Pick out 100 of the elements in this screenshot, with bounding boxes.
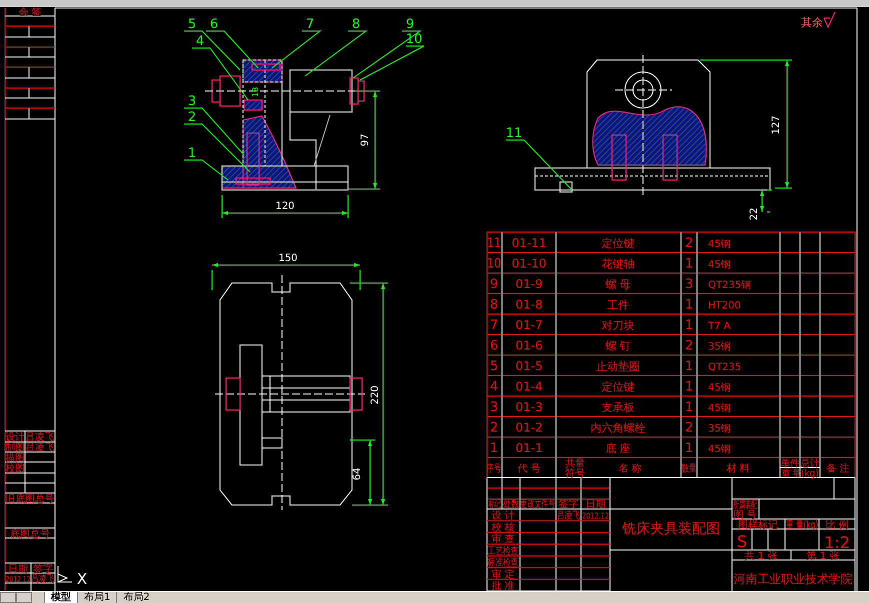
- part-quantity: 1: [684, 318, 694, 333]
- item-number: 6: [490, 338, 498, 354]
- role-label: 标准检查: [488, 558, 518, 569]
- roughness-note: 其余: [801, 16, 823, 29]
- item-number: 2: [490, 420, 498, 436]
- part-code: 01-2: [515, 420, 543, 434]
- part-quantity: 1: [684, 400, 694, 415]
- item-number: 11: [487, 235, 501, 250]
- part-material: QT235钢: [708, 280, 752, 291]
- drawing-title: 铣床夹具装配图: [622, 521, 720, 537]
- part-name: 底 座: [605, 442, 631, 455]
- callout-number: 1: [188, 146, 196, 161]
- part-name: 定位键: [602, 237, 634, 250]
- strip-value: 吕凌飞: [26, 432, 54, 444]
- strip-label: 设计: [5, 432, 25, 444]
- leader-line: [304, 30, 368, 76]
- callout-number: 11: [506, 126, 522, 141]
- table-header: 序号: [486, 463, 502, 475]
- column-label: 标记: [488, 498, 501, 510]
- column-label: 日期: [586, 499, 606, 510]
- assembly-label: 所属装配: [733, 498, 757, 510]
- leader-line: [184, 30, 240, 70]
- callout-number: 9: [406, 17, 414, 32]
- scale-value: 1:2: [824, 533, 850, 552]
- sheet-count: 共 1 张: [744, 551, 778, 562]
- part-quantity: 2: [684, 420, 694, 436]
- strip-label: 校图: [5, 463, 25, 475]
- part-name: 工件: [607, 298, 629, 312]
- strip-label: 签字: [33, 564, 53, 575]
- design-date: 2012.12: [582, 511, 609, 521]
- item-number: 3: [490, 400, 498, 415]
- strip-value: 2012.12: [6, 574, 30, 584]
- part-code: 01-1: [515, 441, 543, 455]
- ucs-icon: [58, 566, 72, 582]
- leader-line: [272, 30, 322, 68]
- dimension-value: 220: [370, 385, 381, 405]
- part-material: 45钢: [708, 239, 731, 250]
- part-material: T7 A: [708, 321, 730, 332]
- part-quantity: 1: [684, 298, 694, 312]
- role-label: 审 定: [491, 569, 515, 580]
- callout-number: 3: [188, 94, 196, 109]
- table-header: 材 料: [726, 464, 750, 474]
- dimension-value: 120: [275, 201, 295, 212]
- part-name: 对刀块: [602, 319, 634, 332]
- callout-number: 2: [188, 110, 196, 125]
- table-header: 总计: [800, 458, 820, 470]
- part-material: QT235: [708, 362, 742, 373]
- callout-number: 4: [196, 34, 204, 49]
- role-label: 批 准: [491, 581, 515, 591]
- part-quantity: 1: [684, 256, 694, 272]
- part-material: 45钢: [708, 444, 731, 455]
- strip-label: 制图: [5, 442, 25, 454]
- roughness-symbol-icon: [824, 12, 836, 28]
- layout-tab[interactable]: 模型: [44, 592, 77, 603]
- leader-line: [352, 30, 422, 78]
- column-label: 签字: [558, 499, 578, 510]
- dimension-value: 64: [352, 468, 363, 480]
- part-quantity: 2: [684, 338, 694, 354]
- part-code: 01-6: [515, 338, 543, 352]
- strip-header: 会 签: [18, 7, 42, 18]
- scroll-right-button[interactable]: [16, 592, 32, 603]
- part-quantity: 3: [684, 277, 694, 292]
- sheet-mark: S: [736, 532, 748, 551]
- part-name: 支承板: [602, 401, 634, 414]
- part-material: 45钢: [708, 260, 731, 270]
- callout-number: 5: [188, 17, 196, 32]
- part-code: 01-9: [515, 277, 543, 291]
- callout-number: 8: [352, 17, 360, 32]
- item-number: 10: [487, 256, 501, 271]
- part-material: 45钢: [708, 382, 731, 394]
- part-code: 01-3: [515, 400, 543, 414]
- table-header: 代 号: [517, 464, 541, 474]
- part-name: 螺 钉: [605, 340, 631, 352]
- leader-line: [206, 30, 258, 68]
- part-material: 35钢: [708, 424, 731, 434]
- dimension-value: 18: [251, 86, 260, 98]
- part-quantity: 2: [684, 236, 694, 251]
- part-material: 45钢: [708, 403, 731, 414]
- scroll-left-button[interactable]: [0, 592, 16, 603]
- part-material: HT200: [708, 300, 741, 312]
- callout-number: 6: [210, 17, 218, 32]
- part-quantity: 1: [684, 380, 694, 394]
- table-header: 数量: [681, 464, 697, 475]
- role-label: 设 计: [491, 510, 515, 522]
- part-name: 花键轴: [602, 258, 634, 270]
- table-header: 符号: [565, 468, 585, 480]
- dimension-value: 22: [749, 208, 760, 220]
- item-number: 8: [490, 298, 498, 312]
- strip-value: 吕凌飞: [26, 442, 54, 454]
- dimension-value: 127: [771, 115, 782, 135]
- strip-label: 旧底图总号: [6, 494, 54, 506]
- role-label: 审 查: [491, 534, 515, 546]
- callout-number: 10: [406, 32, 422, 47]
- item-number: 4: [490, 380, 498, 394]
- part-code: 01-10: [512, 256, 546, 270]
- item-number: 5: [490, 359, 498, 374]
- part-code: 01-7: [515, 318, 543, 332]
- part-code: 01-4: [515, 380, 543, 394]
- strip-label: 日期: [8, 564, 28, 575]
- axis-label: X: [76, 570, 88, 588]
